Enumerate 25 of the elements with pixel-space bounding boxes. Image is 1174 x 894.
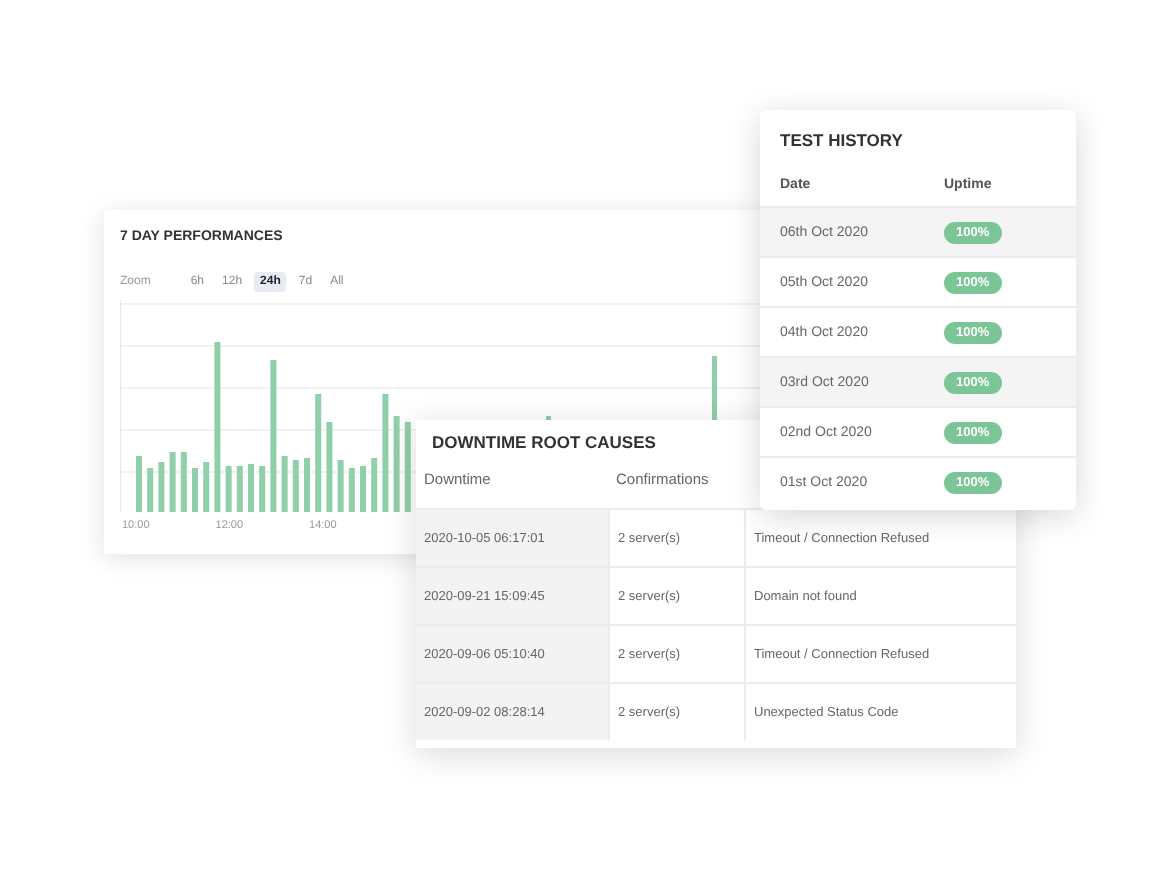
- chart-bar: [337, 460, 344, 512]
- chart-bar: [348, 468, 355, 512]
- chart-bar: [304, 458, 310, 512]
- chart-bar: [281, 456, 288, 512]
- card-title: TEST HISTORY: [778, 128, 905, 154]
- chart-bar: [192, 468, 198, 512]
- chart-bar: [136, 456, 142, 512]
- chart-bar: [404, 422, 411, 512]
- chart-bar: [259, 466, 266, 512]
- chart-bar: [169, 452, 176, 512]
- chart-bar: [180, 452, 187, 512]
- card-title: DOWNTIME ROOT CAUSES: [432, 432, 656, 452]
- chart-bar: [371, 458, 378, 512]
- chart-bar: [158, 462, 165, 512]
- chart-bar: [292, 460, 299, 512]
- chart-bar: [326, 422, 333, 512]
- chart-bar: [225, 466, 232, 512]
- chart-bar: [393, 416, 400, 512]
- chart-bar: [236, 466, 243, 512]
- chart-bar: [248, 464, 254, 512]
- chart-bar: [382, 394, 389, 512]
- chart-bar: [360, 466, 366, 512]
- chart-bar: [315, 394, 322, 512]
- chart-bar: [203, 462, 210, 512]
- chart-bar: [147, 468, 154, 512]
